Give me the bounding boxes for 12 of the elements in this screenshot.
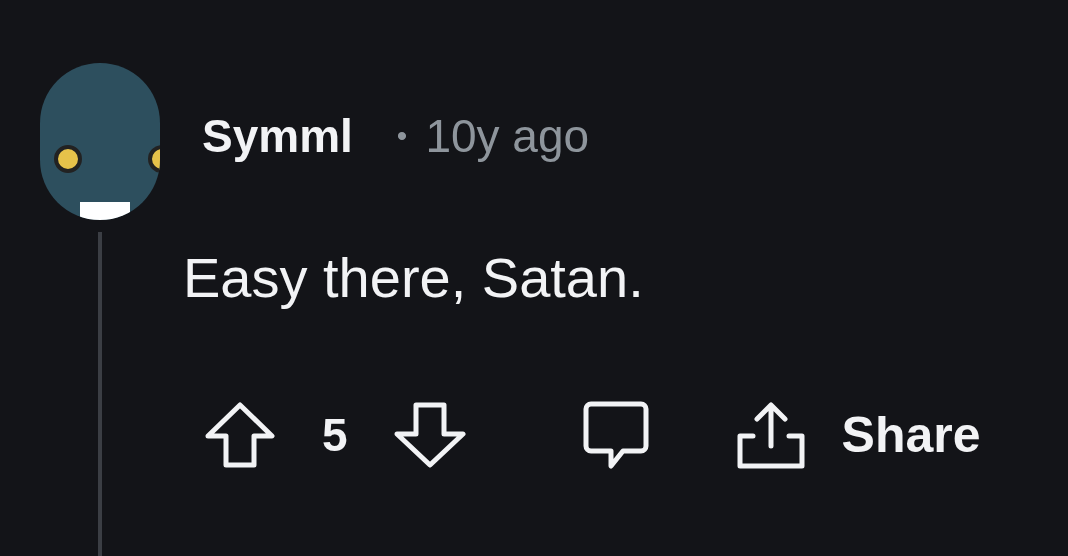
comment-text: Easy there, Satan. [183,245,645,311]
share-button[interactable]: Share [734,400,981,470]
comment-icon [582,400,649,470]
username[interactable]: Symml [202,108,353,164]
downvote-icon [393,400,466,470]
reply-button[interactable] [582,400,649,470]
upvote-button[interactable] [205,400,275,470]
vote-count: 5 [322,407,348,463]
downvote-button[interactable] [393,400,466,470]
upvote-icon [205,400,275,470]
timestamp: 10y ago [425,109,590,164]
separator-dot: • [396,118,408,154]
